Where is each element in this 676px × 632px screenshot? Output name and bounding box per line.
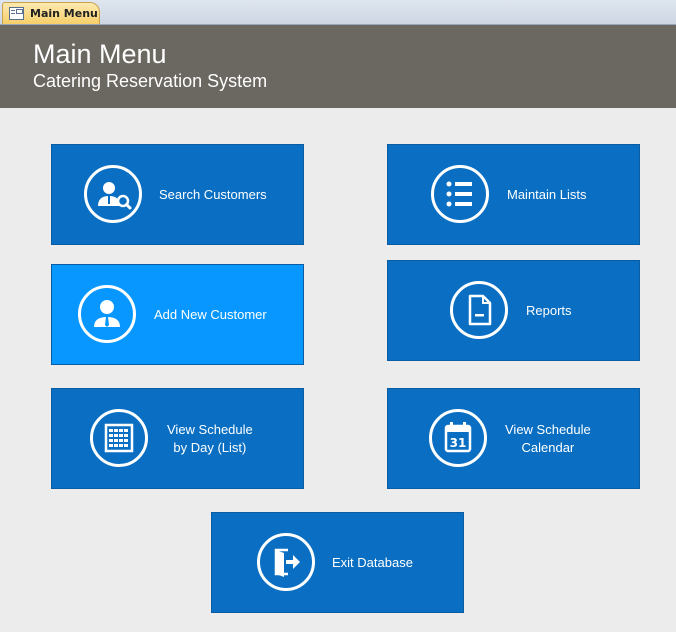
reports-label: Reports [526,303,572,318]
page-subtitle: Catering Reservation System [33,71,268,91]
exit-database-label: Exit Database [332,555,413,570]
view-schedule-calendar-label: View Schedule Calendar [505,422,591,455]
maintain-lists-button[interactable]: Maintain Lists [387,144,640,245]
calendar-icon: 31 [429,409,487,467]
view-schedule-day-label: View Schedule by Day (List) [167,422,253,455]
calendar-day-text: 31 [450,436,467,450]
document-tab-strip: Main Menu [0,0,676,25]
header-banner: Main Menu Catering Reservation System [0,25,676,108]
add-new-customer-button[interactable]: Add New Customer [51,264,304,365]
document-icon [450,281,508,339]
user-search-icon [84,165,142,223]
exit-database-button[interactable]: Exit Database [211,512,464,613]
calendar-grid-icon [90,409,148,467]
maintain-lists-label: Maintain Lists [507,187,587,202]
exit-door-icon [257,533,315,591]
tab-main-menu[interactable]: Main Menu [2,2,100,24]
form-icon [9,7,24,20]
reports-button[interactable]: Reports [387,260,640,361]
add-new-customer-label: Add New Customer [154,307,267,322]
search-customers-label: Search Customers [159,187,267,202]
view-schedule-calendar-button[interactable]: 31 View Schedule Calendar [387,388,640,489]
page-title: Main Menu [33,39,167,69]
search-customers-button[interactable]: Search Customers [51,144,304,245]
list-icon [431,165,489,223]
user-icon [78,285,136,343]
view-schedule-day-button[interactable]: View Schedule by Day (List) [51,388,304,489]
tab-label: Main Menu [30,7,98,20]
